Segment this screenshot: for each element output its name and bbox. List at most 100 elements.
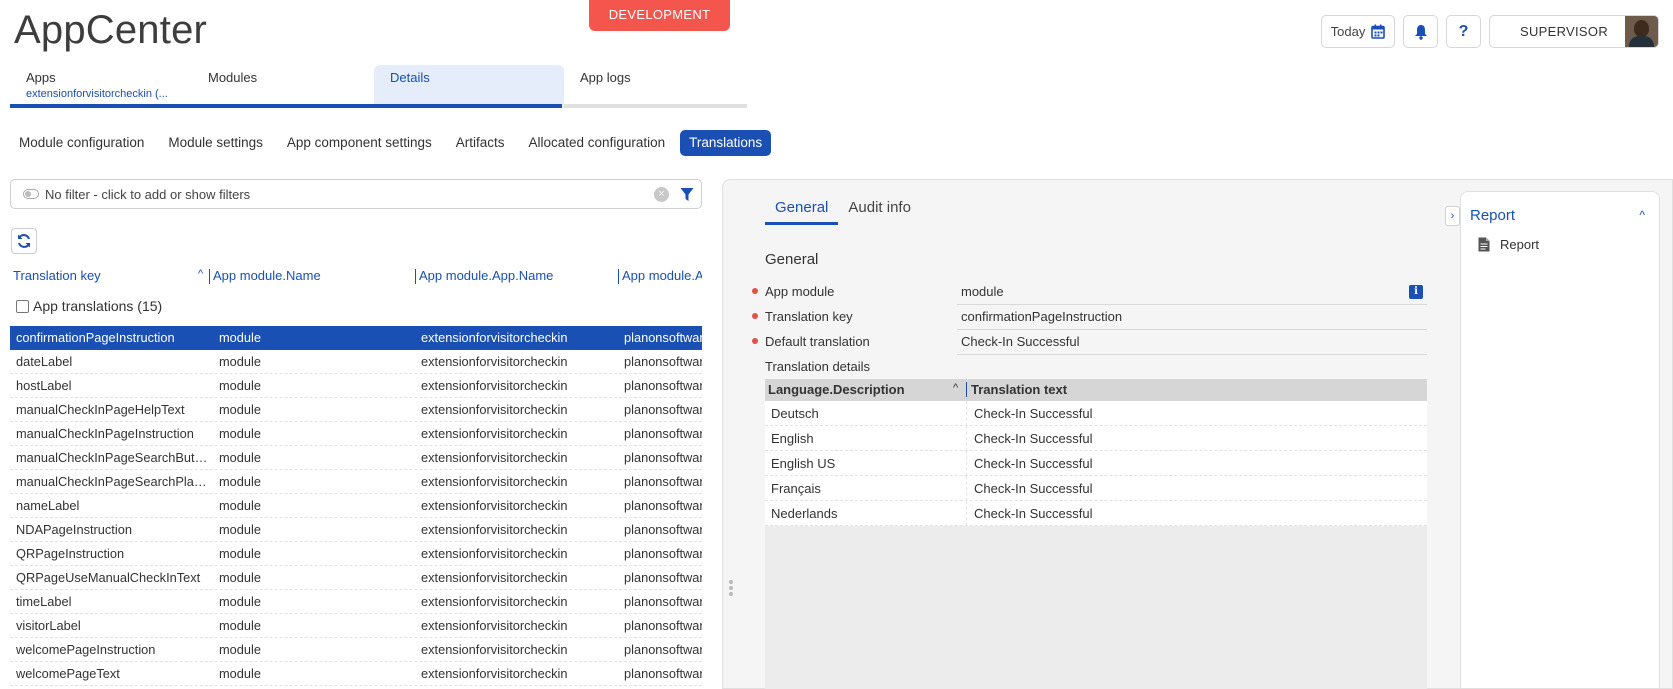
tab-modules[interactable]: Modules <box>192 65 273 108</box>
table-cell: planonsoftwar <box>624 666 702 681</box>
column-separator[interactable] <box>209 269 210 284</box>
help-icon: ? <box>1458 22 1469 40</box>
table-cell: extensionforvisitorcheckin <box>421 378 568 393</box>
table-row[interactable]: hostLabel module extensionforvisitorchecki… <box>10 374 702 398</box>
resize-handle[interactable] <box>729 580 735 596</box>
tab-general[interactable]: General <box>765 199 839 225</box>
table-cell: extensionforvisitorcheckin <box>421 498 568 513</box>
table-row[interactable]: manualCheckInPageHelpText module extension… <box>10 398 702 422</box>
table-cell: welcomePageText <box>16 666 120 681</box>
column-language-description[interactable]: Language.Description <box>768 382 905 397</box>
subtab-artifacts[interactable]: Artifacts <box>447 130 514 156</box>
table-cell: planonsoftwar <box>624 498 702 513</box>
field-label: Default translation <box>765 334 870 349</box>
subtab-module-configuration[interactable]: Module configuration <box>10 130 153 156</box>
tab-apps-context: extensionforvisitorcheckin (... <box>26 88 168 100</box>
notifications-button[interactable] <box>1403 15 1438 48</box>
filter-bar[interactable]: No filter - click to add or show filters… <box>10 179 702 209</box>
column-separator[interactable] <box>415 269 416 284</box>
chevron-up-icon[interactable]: ^ <box>1639 208 1645 222</box>
today-button[interactable]: Today <box>1321 15 1395 48</box>
sort-ascending-icon[interactable]: ^ <box>953 382 958 394</box>
table-cell: module <box>219 618 261 633</box>
field-label: Translation key <box>765 309 853 324</box>
tab-app-logs-label: App logs <box>580 70 631 85</box>
table-row[interactable]: manualCheckInPageSearchPlace... module ext… <box>10 470 702 494</box>
table-row[interactable]: visitorLabel module extensionforvisitorche… <box>10 614 702 638</box>
group-label: App translations (15) <box>33 298 163 314</box>
translation-row[interactable]: Français Check-In Successful <box>765 476 1427 501</box>
table-row[interactable]: manualCheckInPageSearchButto... module ext… <box>10 446 702 470</box>
column-translation-text[interactable]: Translation text <box>971 382 1067 397</box>
subtab-allocated-configuration[interactable]: Allocated configuration <box>520 130 675 156</box>
filter-funnel-icon[interactable] <box>680 187 694 202</box>
sort-ascending-icon[interactable]: ^ <box>198 268 203 280</box>
table-row[interactable]: welcomePageInstruction module extensionfor… <box>10 638 702 662</box>
language-cell: English <box>771 431 814 446</box>
cell-divider <box>966 401 967 426</box>
table-cell: nameLabel <box>16 498 80 513</box>
today-label: Today <box>1330 24 1366 39</box>
tab-app-logs[interactable]: App logs <box>564 65 647 108</box>
column-app-module-ap[interactable]: App module.Ap <box>622 268 702 283</box>
column-app-module-app-name[interactable]: App module.App.Name <box>419 268 553 283</box>
translation-details-label: Translation details <box>765 359 871 374</box>
table-row[interactable]: timeLabel module extensionforvisitorchecki… <box>10 590 702 614</box>
table-row[interactable]: QRPageUseManualCheckInText module extensio… <box>10 566 702 590</box>
user-name: SUPERVISOR <box>1520 24 1609 39</box>
translation-row[interactable]: English Check-In Successful <box>765 426 1427 451</box>
table-row[interactable]: welcomePageText module extensionforvisitor… <box>10 662 702 686</box>
translation-text-cell: Check-In Successful <box>974 431 1093 446</box>
report-title: Report <box>1470 207 1516 224</box>
table-cell: planonsoftwar <box>624 330 702 345</box>
table-row[interactable]: manualCheckInPageInstruction module extens… <box>10 422 702 446</box>
table-cell: hostLabel <box>16 378 72 393</box>
translation-row[interactable]: English US Check-In Successful <box>765 451 1427 476</box>
language-cell: Deutsch <box>771 406 819 421</box>
help-button[interactable]: ? <box>1446 15 1481 48</box>
translation-row[interactable]: Nederlands Check-In Successful <box>765 501 1427 526</box>
info-icon[interactable]: i <box>1409 285 1423 299</box>
table-cell: manualCheckInPageSearchPlace... <box>16 474 208 489</box>
subtab-translations[interactable]: Translations <box>680 130 772 156</box>
column-separator[interactable] <box>966 382 967 397</box>
report-item-label: Report <box>1500 237 1540 252</box>
table-row[interactable]: confirmationPageInstruction module extensi… <box>10 326 702 350</box>
subtab-module-settings[interactable]: Module settings <box>159 130 272 156</box>
tab-details[interactable]: Details <box>374 65 564 108</box>
translation-row[interactable]: Deutsch Check-In Successful <box>765 401 1427 426</box>
table-row[interactable]: nameLabel module extensionforvisitorchecki… <box>10 494 702 518</box>
tab-apps[interactable]: Apps extensionforvisitorcheckin (... <box>10 65 184 108</box>
column-translation-key[interactable]: Translation key <box>13 268 101 283</box>
column-app-module-name[interactable]: App module.Name <box>213 268 321 283</box>
translation-key-value[interactable]: confirmationPageInstruction <box>957 305 1427 330</box>
column-separator[interactable] <box>618 269 619 284</box>
default-translation-value[interactable]: Check-In Successful <box>957 330 1427 355</box>
sub-tabs: Module configuration Module settings App… <box>10 130 772 156</box>
table-cell: dateLabel <box>16 354 73 369</box>
clear-filter-icon[interactable]: × <box>654 187 669 202</box>
table-cell: extensionforvisitorcheckin <box>421 330 568 345</box>
language-cell: English US <box>771 456 836 471</box>
main-tabs: Apps extensionforvisitorcheckin (... Mod… <box>10 65 747 108</box>
tab-audit-info[interactable]: Audit info <box>838 199 921 225</box>
table-cell: welcomePageInstruction <box>16 642 156 657</box>
app-module-value[interactable]: module i <box>957 280 1427 305</box>
table-row[interactable]: QRPageInstruction module extensionforvisit… <box>10 542 702 566</box>
translation-text-cell: Check-In Successful <box>974 406 1093 421</box>
filter-toggle-icon[interactable] <box>23 189 39 199</box>
table-cell: extensionforvisitorcheckin <box>421 402 568 417</box>
expand-panel-button[interactable]: › <box>1445 206 1460 226</box>
table-cell: module <box>219 450 261 465</box>
subtab-app-component-settings[interactable]: App component settings <box>278 130 441 156</box>
group-row[interactable]: App translations (15) <box>16 298 162 314</box>
report-item[interactable]: Report <box>1478 237 1539 252</box>
group-checkbox[interactable] <box>16 299 29 313</box>
grid-header: Translation key ^ App module.Name App mo… <box>10 268 702 286</box>
table-row[interactable]: dateLabel module extensionforvisitorchecki… <box>10 350 702 374</box>
language-cell: Français <box>771 481 821 496</box>
table-row[interactable]: NDAPageInstruction module extensionforvisi… <box>10 518 702 542</box>
refresh-button[interactable] <box>11 228 37 254</box>
user-menu-button[interactable]: SUPERVISOR <box>1489 15 1659 48</box>
table-cell: timeLabel <box>16 594 72 609</box>
